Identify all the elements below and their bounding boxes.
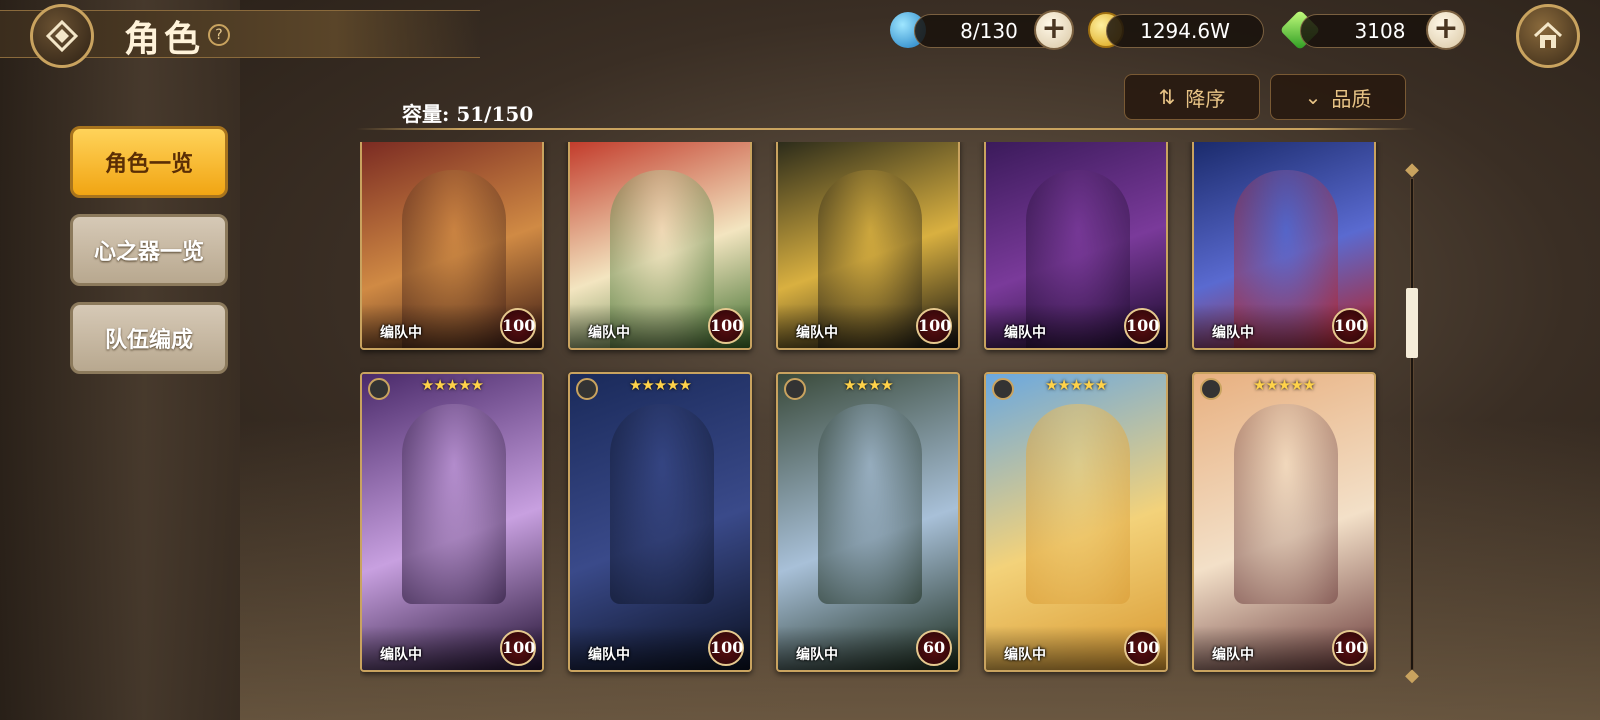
home-button[interactable] bbox=[1516, 4, 1580, 68]
rarity-stars: ★★★★★ bbox=[628, 376, 692, 394]
scrollbar-thumb[interactable] bbox=[1406, 288, 1418, 358]
capacity-label: 容量: 51/150 bbox=[402, 102, 534, 126]
character-card[interactable]: ★★★★★ 编队中 100 bbox=[984, 372, 1168, 672]
in-team-label: 编队中 bbox=[1212, 647, 1254, 663]
character-figure bbox=[1234, 404, 1338, 604]
quality-filter-button[interactable]: ⌄ 品质 bbox=[1270, 74, 1406, 120]
menu-heart-vessel-list[interactable]: 心之器一览 bbox=[70, 214, 228, 286]
character-card[interactable]: 编队中 100 bbox=[568, 142, 752, 350]
character-card[interactable]: ★★★★★ 编队中 100 bbox=[360, 372, 544, 672]
level-badge: 100 bbox=[1124, 630, 1160, 666]
in-team-label: 编队中 bbox=[1004, 325, 1046, 341]
filter-label: 品质 bbox=[1331, 86, 1372, 111]
character-card[interactable]: 编队中 100 bbox=[360, 142, 544, 350]
sort-icon: ⇅ bbox=[1158, 85, 1176, 109]
in-team-label: 编队中 bbox=[1004, 647, 1046, 663]
level-badge: 100 bbox=[708, 630, 744, 666]
in-team-label: 编队中 bbox=[1212, 325, 1254, 341]
level-badge: 100 bbox=[500, 308, 536, 344]
stamina-value: 8/130 bbox=[960, 19, 1018, 43]
in-team-label: 编队中 bbox=[796, 647, 838, 663]
gold-value: 1294.6W bbox=[1140, 19, 1230, 43]
character-figure bbox=[402, 404, 506, 604]
diamond-back-icon bbox=[45, 19, 79, 53]
level-badge: 60 bbox=[916, 630, 952, 666]
back-button[interactable] bbox=[30, 4, 94, 68]
menu-character-list[interactable]: 角色一览 bbox=[70, 126, 228, 198]
page-title: 角色 bbox=[124, 18, 205, 60]
home-icon bbox=[1533, 21, 1563, 48]
scroll-bottom-cap: ◆ bbox=[1405, 665, 1419, 686]
menu-team-formation[interactable]: 队伍编成 bbox=[70, 302, 228, 374]
level-badge: 100 bbox=[500, 630, 536, 666]
in-team-label: 编队中 bbox=[380, 325, 422, 341]
character-card[interactable]: 编队中 100 bbox=[984, 142, 1168, 350]
character-card[interactable]: ★★★★★ 编队中 100 bbox=[1192, 372, 1376, 672]
in-team-label: 编队中 bbox=[380, 647, 422, 663]
character-card[interactable]: 编队中 100 bbox=[776, 142, 960, 350]
chevron-down-icon: ⌄ bbox=[1304, 85, 1322, 109]
in-team-label: 编队中 bbox=[588, 647, 630, 663]
level-badge: 100 bbox=[708, 308, 744, 344]
gold-counter: 1294.6W bbox=[1106, 14, 1264, 48]
in-team-label: 编队中 bbox=[796, 325, 838, 341]
level-badge: 100 bbox=[1124, 308, 1160, 344]
character-card[interactable]: ★★★★ 编队中 60 bbox=[776, 372, 960, 672]
sort-order-button[interactable]: ⇅ 降序 bbox=[1124, 74, 1260, 120]
rarity-stars: ★★★★ bbox=[843, 376, 894, 394]
sort-label: 降序 bbox=[1185, 86, 1226, 111]
add-stamina-button[interactable]: + bbox=[1034, 10, 1074, 50]
level-badge: 100 bbox=[916, 308, 952, 344]
scroll-top-cap: ◆ bbox=[1405, 159, 1419, 180]
add-gems-button[interactable]: + bbox=[1426, 10, 1466, 50]
character-figure bbox=[610, 404, 714, 604]
scrollbar-track[interactable] bbox=[1410, 178, 1414, 676]
divider bbox=[356, 128, 1416, 130]
in-team-label: 编队中 bbox=[588, 325, 630, 341]
rarity-stars: ★★★★★ bbox=[1044, 376, 1108, 394]
character-grid: 编队中 100 编队中 100 编队中 100 编队中 100 编队中 100 ★★★★★ 编队中 10… bbox=[360, 142, 1390, 712]
character-card[interactable]: ★★★★★ 编队中 100 bbox=[568, 372, 752, 672]
rarity-stars: ★★★★★ bbox=[420, 376, 484, 394]
character-figure bbox=[818, 404, 922, 604]
level-badge: 100 bbox=[1332, 308, 1368, 344]
rarity-stars: ★★★★★ bbox=[1252, 376, 1316, 394]
help-icon[interactable]: ? bbox=[208, 24, 230, 46]
character-figure bbox=[1026, 404, 1130, 604]
gems-value: 3108 bbox=[1354, 19, 1406, 43]
character-card[interactable]: 编队中 100 bbox=[1192, 142, 1376, 350]
level-badge: 100 bbox=[1332, 630, 1368, 666]
